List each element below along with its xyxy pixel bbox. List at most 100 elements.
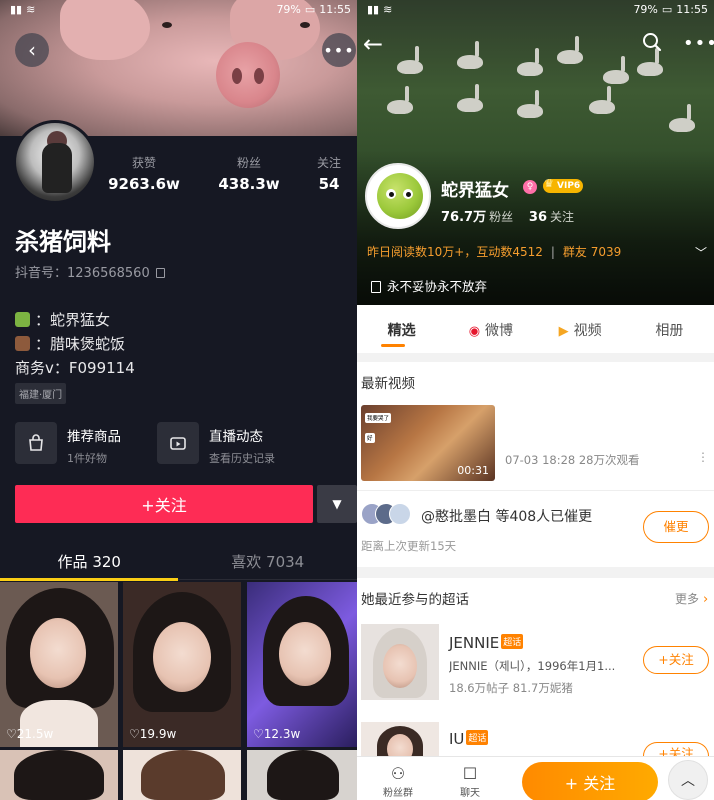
stat-fans[interactable]: 粉丝 438.3w	[200, 154, 298, 193]
feature-title: 直播动态	[209, 429, 263, 445]
pig-eye	[162, 22, 172, 28]
snake-emoji-icon	[15, 312, 30, 327]
feature-products[interactable]: 推荐商品 1件好物	[15, 422, 121, 465]
activity-stats[interactable]: 昨日阅读数10万+，互动数4512 | 群友 7039	[367, 243, 621, 260]
back-arrow-icon[interactable]: ←	[363, 30, 383, 58]
tab-album[interactable]: 相册	[625, 305, 714, 353]
chat-button[interactable]: ☐ 聊天	[445, 764, 495, 799]
sticker-text: 我要哭了	[365, 413, 392, 423]
section-title: 最新视频	[361, 376, 415, 392]
fans-following: 76.7万 粉丝 36 关注	[441, 206, 574, 225]
goose	[589, 86, 615, 114]
fans-count[interactable]: 76.7万	[441, 210, 486, 225]
stat-value: 9263.6w	[108, 175, 180, 193]
topic-name[interactable]: JENNIE 超话	[449, 634, 524, 652]
stat-value: 54	[318, 175, 340, 193]
battery-percent: 79%	[276, 2, 301, 16]
chevron-down-icon[interactable]: ﹀	[695, 244, 707, 261]
crown-icon: ♛	[544, 177, 554, 190]
battery-percent: 79%	[633, 2, 658, 16]
douyin-profile: ▮▮ ≋ 79% ▭ 11:55 ‹ ••• 获赞 9263.6w 粉丝 438…	[0, 0, 357, 800]
location-tag[interactable]: 福建·厦门	[15, 383, 67, 404]
pig-eye	[300, 22, 310, 28]
kebab-menu-icon[interactable]: ⋮	[697, 450, 709, 464]
female-icon: ♀	[523, 180, 537, 194]
follow-button[interactable]: +关注	[15, 485, 313, 523]
tab-weibo[interactable]: ◉ 微博	[446, 305, 535, 353]
motto: 永不妥协永不放弃	[371, 276, 487, 295]
more-options-icon[interactable]: •••	[683, 33, 714, 54]
video-thumbnail[interactable]	[0, 750, 118, 800]
video-thumbnail[interactable]: ♡19.9w	[123, 582, 241, 747]
more-options-button[interactable]: •••	[322, 33, 356, 67]
tab-works[interactable]: 作品 320	[0, 540, 179, 579]
active-tab-indicator	[0, 578, 178, 581]
status-bar: ▮▮ ≋ 79% ▭ 11:55	[363, 0, 708, 18]
weibo-logo-icon: ◉	[468, 324, 481, 339]
likes-count: ♡19.9w	[129, 727, 177, 741]
topic-image[interactable]	[361, 722, 439, 756]
goose	[457, 84, 483, 112]
video-thumbnail[interactable]: ♡21.5w	[0, 582, 118, 747]
reminder-text: @憨批墨白 等408人已催更	[421, 509, 593, 525]
topic-name[interactable]: IU 超话	[449, 730, 489, 748]
tv-play-icon	[157, 422, 199, 464]
active-tab-indicator	[381, 344, 405, 347]
last-update-text: 距离上次更新15天	[361, 539, 457, 553]
following-count[interactable]: 36	[529, 210, 547, 225]
read-stats: 昨日阅读数10万+，互动数4512	[367, 245, 543, 259]
copy-icon[interactable]	[155, 268, 165, 278]
vip-badge[interactable]: ♛ VIP6	[543, 177, 584, 193]
back-button[interactable]: ‹	[15, 33, 49, 67]
goose	[397, 46, 423, 74]
video-thumbnail[interactable]: 我要哭了 好 00:31	[361, 405, 495, 481]
more-link[interactable]: 更多 ›	[675, 590, 708, 607]
feature-title: 推荐商品	[67, 429, 121, 445]
stat-likes[interactable]: 获赞 9263.6w	[108, 154, 180, 193]
fan-group-button[interactable]: ⚇ 粉丝群	[373, 764, 423, 799]
tab-video[interactable]: ▶ 视频	[536, 305, 625, 353]
people-icon: ⚇	[390, 764, 406, 783]
reminder-avatars	[361, 503, 421, 527]
video-thumbnail[interactable]: ♡12.3w	[247, 582, 357, 747]
pig-snout	[216, 42, 280, 108]
snake-avatar-image	[377, 173, 423, 219]
battery-icon: ▭	[304, 2, 316, 16]
stat-label: 获赞	[131, 156, 156, 170]
follow-button[interactable]: + 关注	[522, 762, 658, 800]
chevron-right-icon: ›	[703, 592, 709, 607]
bio-line: 商务v：F099114	[15, 357, 135, 378]
topic-image[interactable]	[361, 624, 439, 700]
likes-count: ♡12.3w	[253, 727, 301, 741]
search-icon[interactable]	[642, 32, 662, 52]
stat-following[interactable]: 关注 54	[304, 154, 354, 193]
goose	[517, 90, 543, 118]
tab-likes[interactable]: 喜欢 7034	[179, 540, 358, 579]
avatar[interactable]	[365, 163, 431, 229]
chat-icon: ☐	[462, 764, 478, 783]
feature-subtitle: 1件好物	[67, 452, 107, 465]
scroll-top-button[interactable]: ︿	[668, 760, 708, 800]
clock: 11:55	[319, 2, 351, 16]
stat-label: 关注	[316, 156, 341, 170]
video-thumbnail[interactable]	[123, 750, 241, 800]
dropdown-button[interactable]: ▼	[317, 485, 357, 523]
feature-live[interactable]: 直播动态 查看历史记录	[157, 422, 275, 465]
signal-icon: ▮▮	[10, 2, 23, 16]
signal-icon: ▮▮	[367, 2, 380, 16]
topic-follow-button[interactable]: +关注	[643, 742, 709, 756]
profile-stats: 获赞 9263.6w 粉丝 438.3w 关注 54	[108, 154, 354, 193]
topic-follow-button[interactable]: +关注	[643, 646, 709, 674]
douyin-id[interactable]: 抖音号：1236568560	[15, 262, 165, 281]
shopping-bag-icon	[15, 422, 57, 464]
goose	[387, 86, 413, 114]
avatar[interactable]	[13, 120, 97, 204]
bio-text: ：蛇界猛女	[35, 311, 111, 329]
bio-line: ：腊味煲蛇饭	[15, 333, 125, 354]
feature-subtitle: 查看历史记录	[209, 452, 275, 465]
stat-label: 粉丝	[236, 156, 261, 170]
remind-update-button[interactable]: 催更	[643, 511, 709, 543]
goose	[457, 41, 483, 69]
video-thumbnail[interactable]	[247, 750, 357, 800]
wifi-icon: ≋	[26, 2, 36, 16]
